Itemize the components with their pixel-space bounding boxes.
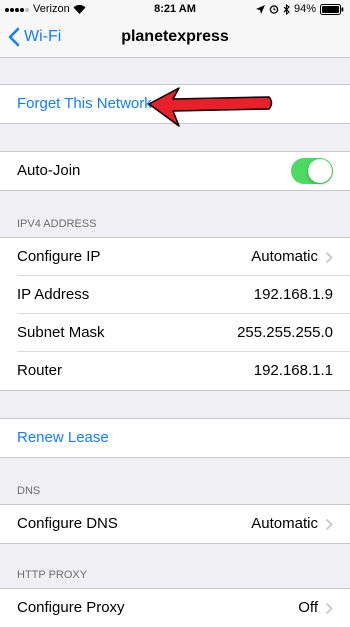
http-proxy-section-header: HTTP PROXY — [17, 569, 88, 581]
alarm-icon — [269, 5, 279, 14]
location-icon — [255, 4, 265, 14]
auto-join-label: Auto-Join — [17, 162, 81, 179]
status-bar: Verizon 8:21 AM 94% — [0, 0, 350, 20]
chevron-right-icon — [325, 602, 333, 615]
configure-ip-value: Automatic — [251, 248, 318, 265]
ip-address-value: 192.168.1.9 — [253, 286, 333, 303]
dns-section-header: DNS — [17, 485, 41, 497]
chevron-right-icon — [325, 518, 333, 531]
chevron-right-icon — [325, 251, 333, 264]
ipv4-section-header: IPV4 ADDRESS — [17, 218, 97, 230]
renew-lease-cell[interactable]: Renew Lease — [0, 418, 350, 458]
configure-dns-label: Configure DNS — [17, 515, 118, 532]
subnet-mask-label: Subnet Mask — [17, 324, 105, 341]
renew-lease-label: Renew Lease — [17, 429, 109, 446]
battery-percent: 94% — [293, 3, 316, 15]
bluetooth-icon — [283, 3, 290, 15]
configure-proxy-label: Configure Proxy — [17, 599, 125, 616]
navigation-bar: Wi-Fi planetexpress — [0, 20, 350, 58]
router-cell: Router 192.168.1.1 — [0, 352, 350, 391]
auto-join-cell: Auto-Join — [0, 151, 350, 191]
ip-address-cell: IP Address 192.168.1.9 — [0, 276, 350, 314]
router-value: 192.168.1.1 — [253, 362, 333, 379]
auto-join-toggle[interactable] — [291, 158, 333, 184]
configure-ip-cell[interactable]: Configure IP Automatic — [0, 237, 350, 276]
configure-proxy-value: Off — [298, 599, 318, 616]
subnet-mask-value: 255.255.255.0 — [237, 324, 333, 341]
router-label: Router — [17, 362, 63, 379]
status-right: 94% — [255, 3, 344, 15]
subnet-mask-cell: Subnet Mask 255.255.255.0 — [0, 314, 350, 352]
configure-proxy-cell[interactable]: Configure Proxy Off — [0, 588, 350, 627]
forget-network-label: Forget This Network — [17, 95, 152, 112]
page-title: planetexpress — [121, 28, 229, 45]
battery-icon — [320, 3, 344, 15]
configure-dns-value: Automatic — [251, 515, 318, 532]
configure-ip-label: Configure IP — [17, 248, 101, 265]
toggle-knob — [308, 159, 332, 183]
annotation-arrow-icon — [148, 87, 273, 127]
ip-address-label: IP Address — [17, 286, 90, 303]
configure-dns-cell[interactable]: Configure DNS Automatic — [0, 504, 350, 544]
